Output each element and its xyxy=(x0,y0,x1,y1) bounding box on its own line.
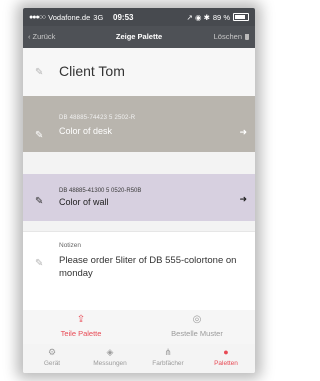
tab-palettes[interactable]: ● Paletten xyxy=(197,347,255,367)
pencil-icon[interactable]: ✎ xyxy=(35,67,43,78)
signal-strength: ●●●○○ xyxy=(29,13,46,21)
tab-label: Farbfächer xyxy=(152,360,184,367)
notes-label: Notizen xyxy=(59,242,82,249)
tab-label: Paletten xyxy=(214,360,238,367)
palette-icon: ● xyxy=(223,347,229,357)
delete-label: Löschen xyxy=(213,32,242,41)
delete-button[interactable]: Löschen xyxy=(214,32,249,41)
battery-icon xyxy=(233,13,249,21)
notes-section[interactable]: ✎ Notizen Please order 5liter of DB 555-… xyxy=(23,231,255,312)
layers-icon: ◈ xyxy=(106,347,114,357)
share-icon: ⇪ xyxy=(76,314,86,325)
arrow-right-icon[interactable]: ➜ xyxy=(239,127,247,138)
pencil-icon[interactable]: ✎ xyxy=(35,258,43,269)
color-description: Color of desk xyxy=(59,126,113,136)
arrow-right-icon[interactable]: ➜ xyxy=(239,194,247,205)
fan-icon: ⋔ xyxy=(164,347,172,357)
pencil-icon[interactable]: ✎ xyxy=(35,196,43,207)
pencil-icon[interactable]: ✎ xyxy=(35,130,43,141)
share-palette-label: Teile Palette xyxy=(60,329,102,338)
color-code: DB 48885-41300 5 0520-R50B xyxy=(59,188,142,194)
status-bar: ●●●○○ Vodafone.de 3G 09:53 ↗ ◉ ✱ 89 % xyxy=(23,8,255,26)
color-description: Color of wall xyxy=(59,197,109,207)
tab-color-fan[interactable]: ⋔ Farbfächer xyxy=(139,347,197,367)
client-name-row[interactable]: ✎ Client Tom xyxy=(23,48,255,97)
tab-measurements[interactable]: ◈ Messungen xyxy=(81,347,139,367)
tab-device[interactable]: ⚙ Gerät xyxy=(23,347,81,367)
order-sample-button[interactable]: ◎ Bestelle Muster xyxy=(139,314,255,338)
tab-label: Gerät xyxy=(43,360,61,367)
status-time: 09:53 xyxy=(113,12,134,22)
share-palette-button[interactable]: ⇪ Teile Palette xyxy=(23,314,139,338)
tab-bar: ⚙ Gerät ◈ Messungen ⋔ Farbfächer ● Palet… xyxy=(23,344,255,373)
trash-icon xyxy=(245,33,249,40)
action-bar: ⇪ Teile Palette ◎ Bestelle Muster xyxy=(23,310,255,345)
battery-percent: 89 % xyxy=(212,12,230,22)
client-name: Client Tom xyxy=(59,63,125,79)
tab-label: Messungen xyxy=(93,360,127,367)
navigation-bar: ‹ Zurück Zeige Palette Löschen xyxy=(23,26,255,48)
spacer xyxy=(23,152,255,174)
network-type: 3G xyxy=(93,12,104,22)
order-sample-label: Bestelle Muster xyxy=(171,329,223,338)
order-icon: ◎ xyxy=(192,314,202,325)
spacer xyxy=(23,221,255,231)
notes-text: Please order 5liter of DB 555-colortone … xyxy=(59,255,237,279)
color-code: DB 48885-74423 5 2502-R xyxy=(59,115,136,121)
gear-icon: ⚙ xyxy=(47,347,57,357)
status-icons: ↗ ◉ ✱ xyxy=(186,12,210,22)
phone-frame: ●●●○○ Vodafone.de 3G 09:53 ↗ ◉ ✱ 89 % ‹ … xyxy=(23,8,255,373)
color-item-desk[interactable]: ✎ DB 48885-74423 5 2502-R Color of desk … xyxy=(23,96,255,152)
carrier-name: Vodafone.de xyxy=(48,12,91,22)
color-item-wall[interactable]: ✎ DB 48885-41300 5 0520-R50B Color of wa… xyxy=(23,174,255,221)
